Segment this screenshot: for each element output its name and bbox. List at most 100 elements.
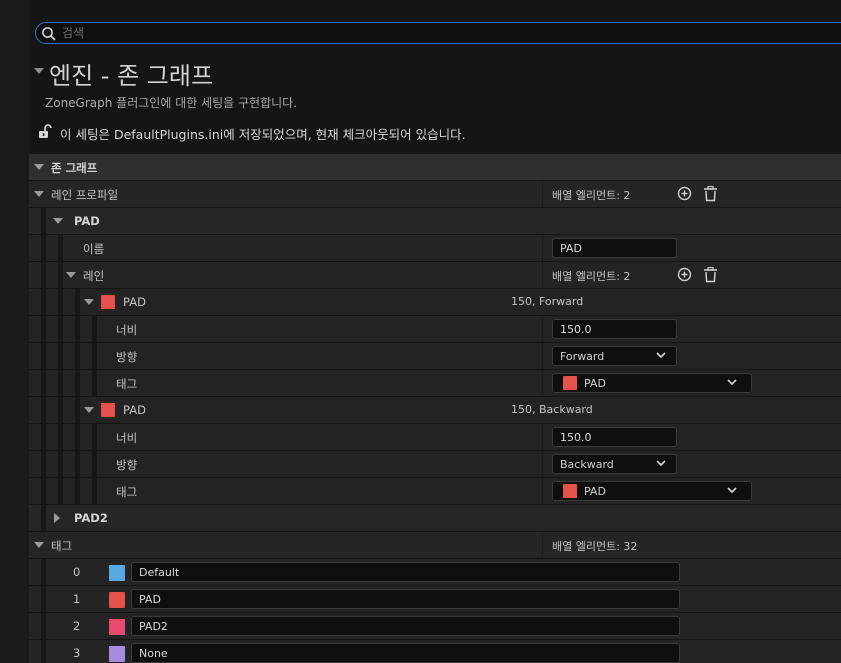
- width-label: 너비: [116, 431, 138, 445]
- tag-color-swatch[interactable]: [109, 592, 125, 608]
- expand-arrow-icon[interactable]: [34, 164, 44, 170]
- chevron-down-icon: [727, 487, 737, 494]
- search-input[interactable]: [62, 24, 822, 42]
- column-divider: [542, 343, 543, 369]
- add-icon[interactable]: [677, 186, 692, 201]
- lane-1-row[interactable]: PAD 150, Backward: [29, 397, 841, 424]
- indent-bar: [58, 262, 63, 288]
- expand-arrow-icon[interactable]: [53, 218, 63, 224]
- indent-bar: [75, 424, 80, 450]
- lane-0-width-row: 너비 150.0: [29, 316, 841, 343]
- search-bar[interactable]: [35, 22, 841, 44]
- section-collapse-arrow-icon[interactable]: [34, 68, 44, 74]
- tag-item-row: 2 PAD2: [29, 613, 841, 640]
- column-divider: [542, 235, 543, 261]
- lane-0-row[interactable]: PAD 150, Forward: [29, 289, 841, 316]
- tag-item-row: 0 Default: [29, 559, 841, 586]
- tag-index: 1: [73, 592, 81, 606]
- expand-arrow-icon[interactable]: [34, 191, 44, 197]
- indent-bar: [92, 451, 97, 477]
- tag-name-field[interactable]: None: [131, 643, 680, 663]
- lanes-row[interactable]: 레인 배열 엘리먼트: 2: [29, 262, 841, 289]
- lane-label: PAD: [123, 403, 146, 417]
- lane-summary: 150, Backward: [511, 403, 593, 416]
- add-icon[interactable]: [677, 267, 692, 282]
- tags-label: 태그: [51, 539, 73, 553]
- config-status-message: 이 세팅은 DefaultPlugins.ini에 저장되었으며, 현재 체크아…: [60, 127, 466, 142]
- indent-bar: [41, 613, 46, 639]
- name-row: 이름 PAD: [29, 235, 841, 262]
- tag-item-row: 3 None: [29, 640, 841, 663]
- indent-bar: [41, 586, 46, 612]
- lane-color-swatch[interactable]: [101, 295, 115, 309]
- column-divider: [542, 262, 543, 288]
- chevron-down-icon: [656, 460, 666, 467]
- indent-bar: [75, 451, 80, 477]
- expand-arrow-icon[interactable]: [54, 513, 60, 523]
- indent-bar: [75, 397, 80, 423]
- expand-arrow-icon[interactable]: [34, 542, 44, 548]
- tag-color-swatch[interactable]: [109, 565, 125, 581]
- tag-index: 0: [73, 565, 81, 579]
- indent-bar: [75, 343, 80, 369]
- trash-icon[interactable]: [703, 267, 718, 283]
- lane-1-tag-row: 태그 PAD: [29, 478, 841, 505]
- direction-label: 방향: [116, 458, 138, 472]
- tag-index: 2: [73, 619, 81, 633]
- tag-index: 3: [73, 646, 81, 660]
- indent-bar: [92, 478, 97, 504]
- tag-color-swatch[interactable]: [109, 646, 125, 662]
- trash-icon[interactable]: [703, 186, 718, 202]
- lane-profile-pad-row[interactable]: PAD: [29, 208, 841, 235]
- indent-bar: [41, 208, 46, 234]
- tag-name-field[interactable]: Default: [131, 562, 680, 582]
- indent-bar: [41, 235, 46, 261]
- lane-summary: 150, Forward: [511, 295, 584, 308]
- category-zonegraph[interactable]: 존 그래프: [29, 154, 841, 181]
- page-subtitle: ZoneGraph 플러그인에 대한 세팅을 구현합니다.: [45, 96, 298, 110]
- direction-label: 방향: [116, 350, 138, 364]
- tag-dropdown[interactable]: PAD: [552, 373, 752, 393]
- name-label: 이름: [83, 242, 105, 256]
- settings-details-panel: 존 그래프 레인 프로파일 배열 엘리먼트: 2 PAD 이름 PAD 레인 배…: [29, 154, 841, 663]
- indent-bar: [41, 316, 46, 342]
- indent-bar: [75, 289, 80, 315]
- indent-bar: [58, 343, 63, 369]
- indent-bar: [58, 451, 63, 477]
- tag-label: 태그: [116, 377, 138, 391]
- direction-dropdown[interactable]: Forward: [552, 346, 677, 366]
- array-count: 배열 엘리먼트: 32: [552, 540, 638, 553]
- width-field[interactable]: 150.0: [552, 319, 677, 339]
- width-label: 너비: [116, 323, 138, 337]
- tag-color-swatch: [563, 484, 577, 498]
- indent-bar: [41, 559, 46, 585]
- direction-value: Backward: [560, 458, 614, 471]
- tag-item-row: 1 PAD: [29, 586, 841, 613]
- column-divider: [542, 451, 543, 477]
- expand-arrow-icon[interactable]: [84, 407, 94, 413]
- indent-bar: [41, 640, 46, 663]
- tag-color-swatch: [563, 376, 577, 390]
- direction-dropdown[interactable]: Backward: [552, 454, 677, 474]
- tag-color-swatch[interactable]: [109, 619, 125, 635]
- chevron-down-icon: [656, 352, 666, 359]
- lane-profile-label: PAD: [74, 214, 100, 228]
- lane-color-swatch[interactable]: [101, 403, 115, 417]
- tags-row[interactable]: 태그 배열 엘리먼트: 32: [29, 532, 841, 559]
- indent-bar: [58, 316, 63, 342]
- indent-bar: [92, 343, 97, 369]
- lane-profile-pad2-row[interactable]: PAD2: [29, 505, 841, 532]
- indent-bar: [41, 370, 46, 396]
- tag-name-field[interactable]: PAD: [131, 589, 680, 609]
- expand-arrow-icon[interactable]: [66, 272, 76, 278]
- width-field[interactable]: 150.0: [552, 427, 677, 447]
- name-field[interactable]: PAD: [552, 238, 677, 258]
- column-divider: [542, 424, 543, 450]
- tag-name-field[interactable]: PAD2: [131, 616, 680, 636]
- category-label: 존 그래프: [51, 161, 98, 175]
- indent-bar: [58, 478, 63, 504]
- expand-arrow-icon[interactable]: [84, 299, 94, 305]
- lane-profiles-row[interactable]: 레인 프로파일 배열 엘리먼트: 2: [29, 181, 841, 208]
- tag-dropdown[interactable]: PAD: [552, 481, 752, 501]
- indent-bar: [58, 424, 63, 450]
